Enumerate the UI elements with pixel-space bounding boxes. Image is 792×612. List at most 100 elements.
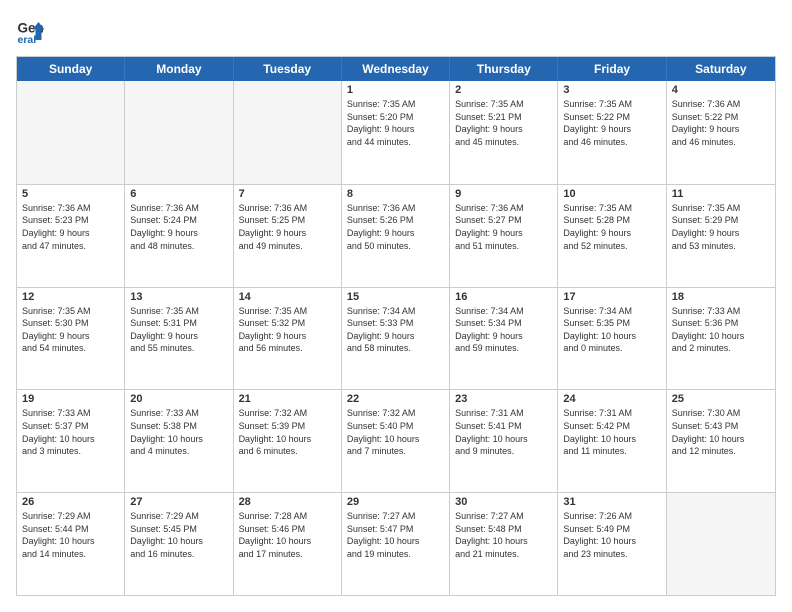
weekday-header: Sunday [17, 57, 125, 81]
calendar-cell: 19Sunrise: 7:33 AM Sunset: 5:37 PM Dayli… [17, 390, 125, 492]
day-number: 7 [239, 188, 336, 200]
weekday-header: Wednesday [342, 57, 450, 81]
day-number: 3 [563, 84, 660, 96]
day-info: Sunrise: 7:35 AM Sunset: 5:22 PM Dayligh… [563, 98, 660, 148]
day-number: 19 [22, 393, 119, 405]
day-info: Sunrise: 7:30 AM Sunset: 5:43 PM Dayligh… [672, 407, 770, 457]
day-info: Sunrise: 7:34 AM Sunset: 5:34 PM Dayligh… [455, 305, 552, 355]
day-info: Sunrise: 7:35 AM Sunset: 5:32 PM Dayligh… [239, 305, 336, 355]
day-info: Sunrise: 7:32 AM Sunset: 5:39 PM Dayligh… [239, 407, 336, 457]
day-number: 8 [347, 188, 444, 200]
day-info: Sunrise: 7:29 AM Sunset: 5:45 PM Dayligh… [130, 510, 227, 560]
day-number: 9 [455, 188, 552, 200]
day-number: 31 [563, 496, 660, 508]
day-number: 4 [672, 84, 770, 96]
calendar-cell [667, 493, 775, 595]
day-number: 30 [455, 496, 552, 508]
calendar-row: 26 Sunrise: 7:29 AM Sunset: 5:44 PM Dayli… [17, 492, 775, 595]
day-number: 10 [563, 188, 660, 200]
day-info: Sunrise: 7:35 AM Sunset: 5:20 PM Dayligh… [347, 98, 444, 148]
day-info: Sunrise: 7:33 AM Sunset: 5:36 PM Dayligh… [672, 305, 770, 355]
weekday-header: Thursday [450, 57, 558, 81]
day-info: Sunrise: 7:27 AM Sunset: 5:48 PM Dayligh… [455, 510, 552, 560]
calendar-cell: 11 Sunrise: 7:35 AM Sunset: 5:29 PM Dayli… [667, 185, 775, 287]
calendar-cell: 6 Sunrise: 7:36 AM Sunset: 5:24 PM Daylig… [125, 185, 233, 287]
calendar-cell: 22 Sunrise: 7:32 AM Sunset: 5:40 PM Dayli… [342, 390, 450, 492]
calendar-cell [125, 81, 233, 184]
day-info: Sunrise: 7:35 AM Sunset: 5:29 PM Dayligh… [672, 202, 770, 252]
day-number: 6 [130, 188, 227, 200]
calendar-cell: 5Sunrise: 7:36 AM Sunset: 5:23 PM Daylig… [17, 185, 125, 287]
day-number: 11 [672, 188, 770, 200]
day-number: 5 [22, 188, 119, 200]
logo-icon: Gen eral [16, 16, 46, 46]
day-info: Sunrise: 7:35 AM Sunset: 5:30 PM Dayligh… [22, 305, 119, 355]
calendar-cell: 29 Sunrise: 7:27 AM Sunset: 5:47 PM Dayli… [342, 493, 450, 595]
calendar-cell: 12 Sunrise: 7:35 AM Sunset: 5:30 PM Dayli… [17, 288, 125, 390]
calendar-row: 1 Sunrise: 7:35 AM Sunset: 5:20 PM Daylig… [17, 81, 775, 184]
calendar-body: 1 Sunrise: 7:35 AM Sunset: 5:20 PM Daylig… [17, 81, 775, 595]
day-info: Sunrise: 7:36 AM Sunset: 5:24 PM Dayligh… [130, 202, 227, 252]
day-number: 27 [130, 496, 227, 508]
day-number: 12 [22, 291, 119, 303]
day-info: Sunrise: 7:33 AM Sunset: 5:38 PM Dayligh… [130, 407, 227, 457]
day-info: Sunrise: 7:36 AM Sunset: 5:25 PM Dayligh… [239, 202, 336, 252]
calendar-cell: 14Sunrise: 7:35 AM Sunset: 5:32 PM Dayli… [234, 288, 342, 390]
day-number: 18 [672, 291, 770, 303]
calendar-cell: 16 Sunrise: 7:34 AM Sunset: 5:34 PM Dayli… [450, 288, 558, 390]
calendar-cell: 3 Sunrise: 7:35 AM Sunset: 5:22 PM Daylig… [558, 81, 666, 184]
calendar-cell: 9 Sunrise: 7:36 AM Sunset: 5:27 PM Daylig… [450, 185, 558, 287]
calendar-cell [17, 81, 125, 184]
day-info: Sunrise: 7:36 AM Sunset: 5:27 PM Dayligh… [455, 202, 552, 252]
day-info: Sunrise: 7:26 AM Sunset: 5:49 PM Dayligh… [563, 510, 660, 560]
weekday-header: Saturday [667, 57, 775, 81]
weekday-header: Monday [125, 57, 233, 81]
calendar-row: 19Sunrise: 7:33 AM Sunset: 5:37 PM Dayli… [17, 389, 775, 492]
day-info: Sunrise: 7:34 AM Sunset: 5:33 PM Dayligh… [347, 305, 444, 355]
calendar-cell: 28Sunrise: 7:28 AM Sunset: 5:46 PM Dayli… [234, 493, 342, 595]
day-number: 21 [239, 393, 336, 405]
day-info: Sunrise: 7:31 AM Sunset: 5:41 PM Dayligh… [455, 407, 552, 457]
day-number: 28 [239, 496, 336, 508]
day-info: Sunrise: 7:34 AM Sunset: 5:35 PM Dayligh… [563, 305, 660, 355]
calendar-header: SundayMondayTuesdayWednesdayThursdayFrid… [17, 57, 775, 81]
day-number: 25 [672, 393, 770, 405]
calendar-cell: 21 Sunrise: 7:32 AM Sunset: 5:39 PM Dayli… [234, 390, 342, 492]
calendar-cell: 13Sunrise: 7:35 AM Sunset: 5:31 PM Dayli… [125, 288, 233, 390]
calendar-cell: 10Sunrise: 7:35 AM Sunset: 5:28 PM Dayli… [558, 185, 666, 287]
day-info: Sunrise: 7:32 AM Sunset: 5:40 PM Dayligh… [347, 407, 444, 457]
day-info: Sunrise: 7:27 AM Sunset: 5:47 PM Dayligh… [347, 510, 444, 560]
day-number: 20 [130, 393, 227, 405]
day-number: 29 [347, 496, 444, 508]
calendar-cell: 30 Sunrise: 7:27 AM Sunset: 5:48 PM Dayli… [450, 493, 558, 595]
calendar-cell: 20 Sunrise: 7:33 AM Sunset: 5:38 PM Dayli… [125, 390, 233, 492]
page: Gen eral SundayMondayTuesdayWednesdayThu… [0, 0, 792, 612]
calendar-cell: 7 Sunrise: 7:36 AM Sunset: 5:25 PM Daylig… [234, 185, 342, 287]
calendar-row: 5Sunrise: 7:36 AM Sunset: 5:23 PM Daylig… [17, 184, 775, 287]
calendar-cell: 31 Sunrise: 7:26 AM Sunset: 5:49 PM Dayli… [558, 493, 666, 595]
day-info: Sunrise: 7:35 AM Sunset: 5:31 PM Dayligh… [130, 305, 227, 355]
calendar-cell: 26 Sunrise: 7:29 AM Sunset: 5:44 PM Dayli… [17, 493, 125, 595]
header: Gen eral [16, 16, 776, 46]
day-number: 17 [563, 291, 660, 303]
day-number: 16 [455, 291, 552, 303]
day-info: Sunrise: 7:36 AM Sunset: 5:26 PM Dayligh… [347, 202, 444, 252]
day-info: Sunrise: 7:29 AM Sunset: 5:44 PM Dayligh… [22, 510, 119, 560]
day-info: Sunrise: 7:36 AM Sunset: 5:22 PM Dayligh… [672, 98, 770, 148]
calendar-row: 12 Sunrise: 7:35 AM Sunset: 5:30 PM Dayli… [17, 287, 775, 390]
svg-text:eral: eral [18, 34, 37, 46]
day-number: 23 [455, 393, 552, 405]
day-number: 26 [22, 496, 119, 508]
day-number: 2 [455, 84, 552, 96]
calendar-cell: 15 Sunrise: 7:34 AM Sunset: 5:33 PM Dayli… [342, 288, 450, 390]
day-number: 24 [563, 393, 660, 405]
calendar-cell: 17 Sunrise: 7:34 AM Sunset: 5:35 PM Dayli… [558, 288, 666, 390]
day-number: 15 [347, 291, 444, 303]
day-number: 1 [347, 84, 444, 96]
day-number: 22 [347, 393, 444, 405]
calendar-cell: 18 Sunrise: 7:33 AM Sunset: 5:36 PM Dayli… [667, 288, 775, 390]
calendar-cell [234, 81, 342, 184]
weekday-header: Tuesday [234, 57, 342, 81]
calendar-cell: 8 Sunrise: 7:36 AM Sunset: 5:26 PM Daylig… [342, 185, 450, 287]
calendar-cell: 2Sunrise: 7:35 AM Sunset: 5:21 PM Daylig… [450, 81, 558, 184]
